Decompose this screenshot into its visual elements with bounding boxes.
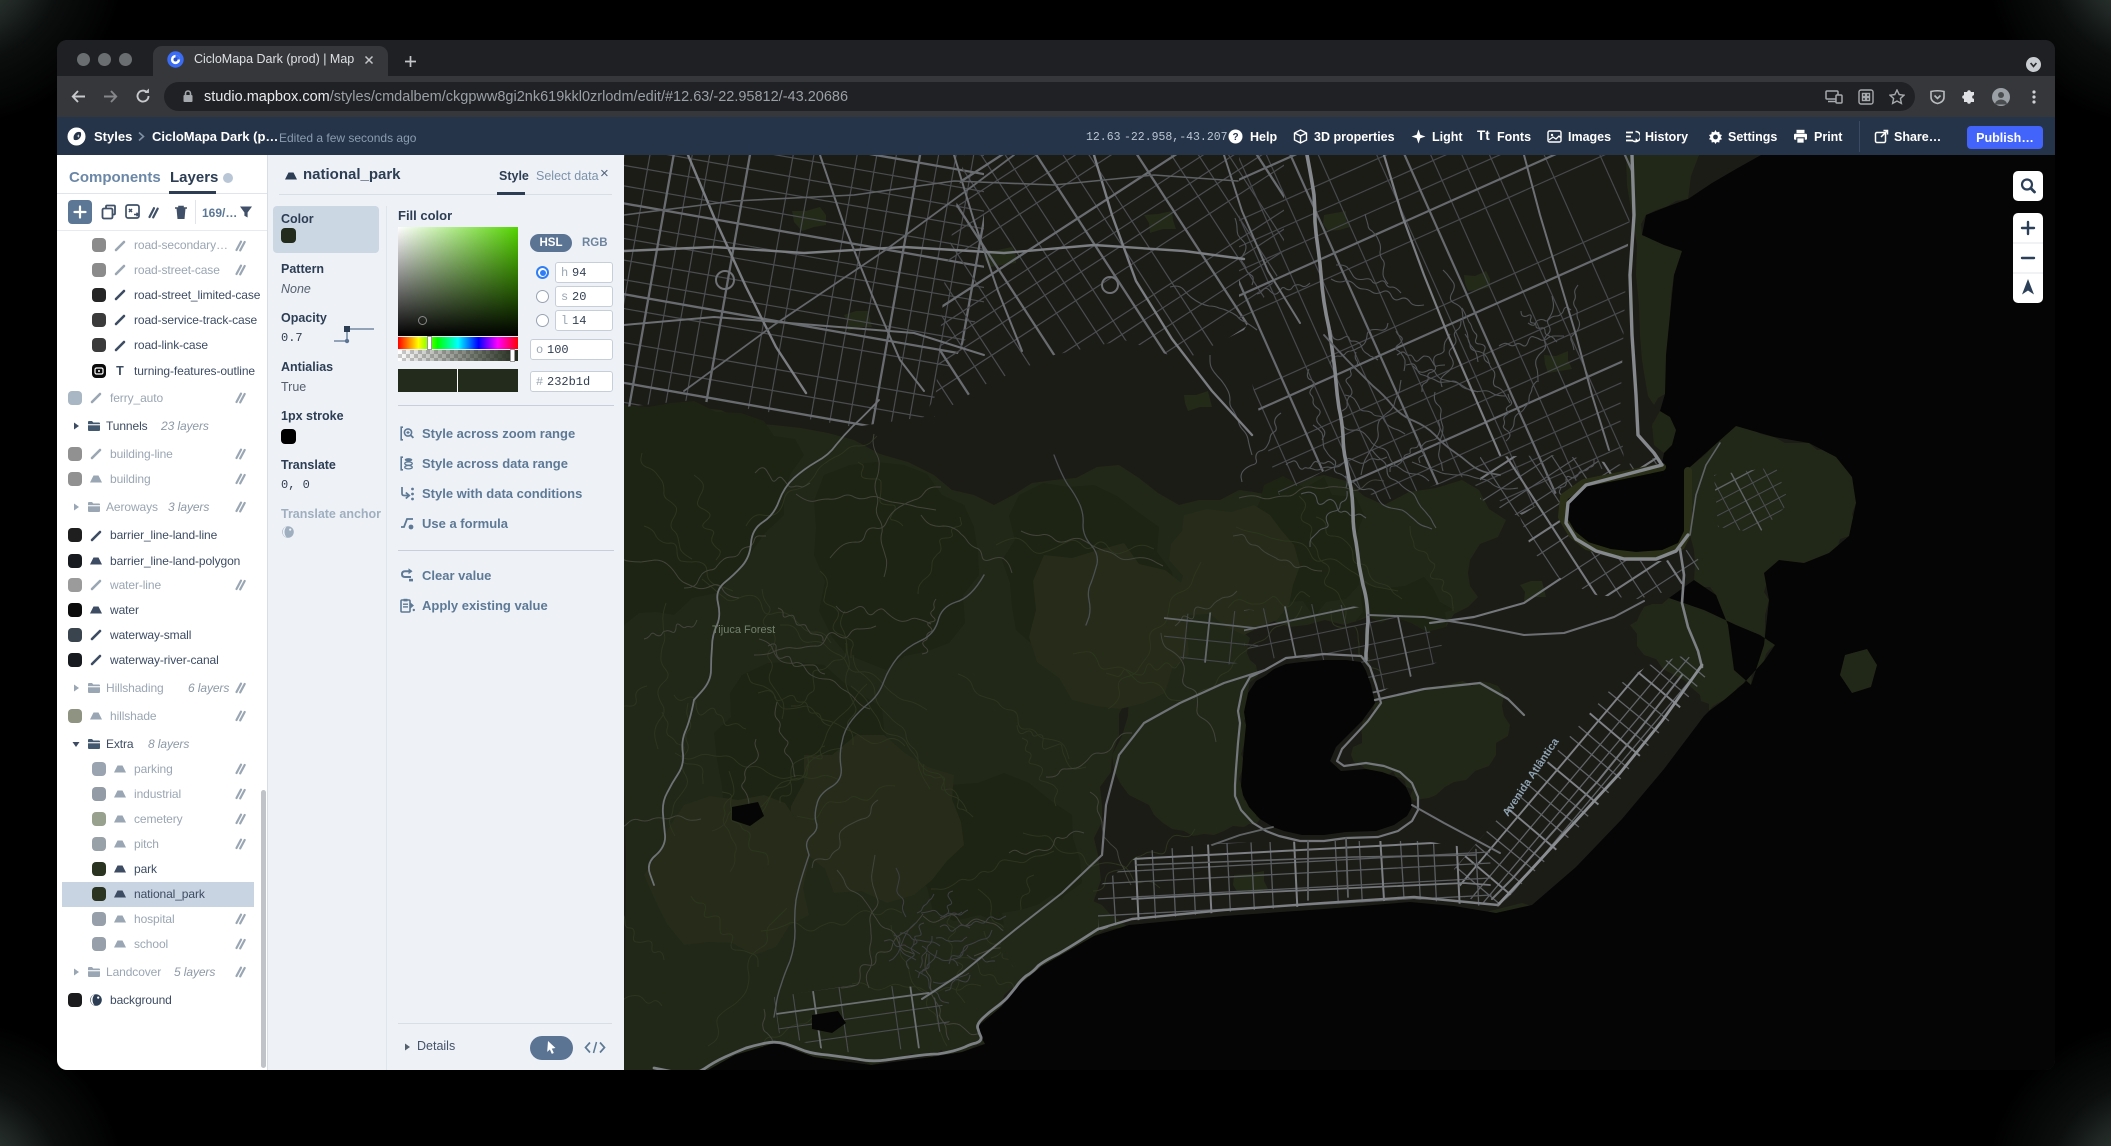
svg-text:?: ? <box>1232 132 1238 143</box>
svg-text:Tijuca Forest: Tijuca Forest <box>712 624 775 636</box>
